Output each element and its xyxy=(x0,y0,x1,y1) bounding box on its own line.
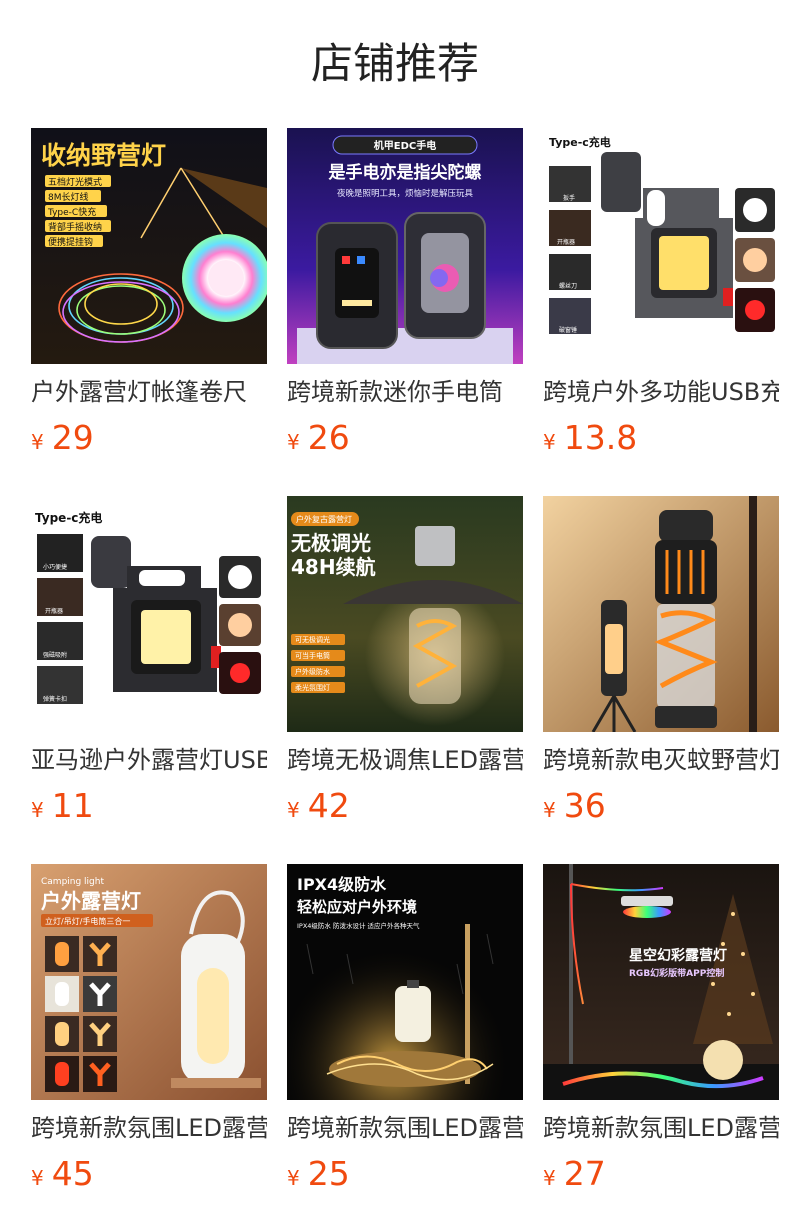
product-image[interactable]: 收纳野营灯 五档灯光模式 8M长灯线 Type-C快充 背部手摇收纳 便携提挂钩 xyxy=(31,128,267,364)
image-headline: 户外露营灯 xyxy=(41,889,141,913)
image-bullet: 可当手电筒 xyxy=(295,651,330,660)
image-bullet: Type-C快充 xyxy=(47,206,96,218)
price-value: 11 xyxy=(51,786,94,825)
currency-symbol: ¥ xyxy=(543,798,556,822)
image-badge: 户外复古露营灯 xyxy=(296,514,352,524)
product-price: ¥11 xyxy=(31,786,94,825)
image-headline: Type-c充电 xyxy=(549,135,611,149)
currency-symbol: ¥ xyxy=(31,798,44,822)
currency-symbol: ¥ xyxy=(287,430,300,454)
product-image[interactable]: Type-c充电 扳手 开瓶器 螺丝刀 破窗锤 xyxy=(543,128,779,364)
image-badge: 机甲EDC手电 xyxy=(374,139,436,152)
image-bullet: 五档灯光模式 xyxy=(48,176,102,188)
currency-symbol: ¥ xyxy=(287,798,300,822)
image-bullet: 开瓶器 xyxy=(557,238,575,246)
image-bullet: 背部手摇收纳 xyxy=(48,221,102,233)
image-bullet: 破窗锤 xyxy=(559,326,577,334)
image-bullet: 螺丝刀 xyxy=(559,282,577,290)
product-name[interactable]: 户外露营灯帐篷卷尺 xyxy=(31,376,267,408)
product-price: ¥13.8 xyxy=(543,418,637,457)
image-headline: 是手电亦是指尖陀螺 xyxy=(329,162,482,183)
product-image[interactable]: 机甲EDC手电 是手电亦是指尖陀螺 夜晚是照明工具，烦恼时是解压玩具 xyxy=(287,128,523,364)
image-subtitle: IPX4级防水 防泼水设计 适应户外各种天气 xyxy=(297,921,420,930)
image-bullet: 户外级防水 xyxy=(295,667,330,676)
product-name[interactable]: 跨境新款氛围LED露营 xyxy=(287,1112,523,1144)
price-value: 26 xyxy=(307,418,350,457)
image-bullet: 强磁吸附 xyxy=(43,651,67,659)
image-subtitle: RGB幻彩版带APP控制 xyxy=(629,967,724,979)
product-image[interactable] xyxy=(543,496,779,732)
product-price: ¥42 xyxy=(287,786,350,825)
image-bullet: 8M长灯线 xyxy=(48,191,89,203)
image-headline: Type-c充电 xyxy=(35,510,102,525)
price-value: 36 xyxy=(563,786,606,825)
product-name[interactable]: 跨境新款迷你手电筒 xyxy=(287,376,523,408)
image-headline: 无极调光 xyxy=(291,531,371,555)
image-headline: 星空幻彩露营灯 xyxy=(629,947,727,964)
image-headline: 收纳野营灯 xyxy=(41,141,166,170)
product-name[interactable]: 跨境户外多功能USB充 xyxy=(543,376,779,408)
product-price: ¥45 xyxy=(31,1154,94,1193)
price-value: 25 xyxy=(307,1154,350,1193)
price-value: 42 xyxy=(307,786,350,825)
image-bullet: 可无极调光 xyxy=(295,635,330,644)
product-name[interactable]: 跨境无极调焦LED露营 xyxy=(287,744,523,776)
image-bullet: 弹簧卡扣 xyxy=(43,695,67,703)
image-bullet: 柔光氛围灯 xyxy=(295,683,330,692)
currency-symbol: ¥ xyxy=(543,1166,556,1190)
product-price: ¥25 xyxy=(287,1154,350,1193)
product-price: ¥27 xyxy=(543,1154,606,1193)
currency-symbol: ¥ xyxy=(31,430,44,454)
price-value: 45 xyxy=(51,1154,94,1193)
image-subtitle: 夜晚是照明工具，烦恼时是解压玩具 xyxy=(337,188,474,199)
price-value: 13.8 xyxy=(563,418,638,457)
image-bullet: 开瓶器 xyxy=(45,607,63,615)
currency-symbol: ¥ xyxy=(543,430,556,454)
product-name[interactable]: 跨境新款氛围LED露营 xyxy=(31,1112,267,1144)
currency-symbol: ¥ xyxy=(31,1166,44,1190)
image-bullet: 扳手 xyxy=(563,194,575,202)
product-image[interactable]: 星空幻彩露营灯 RGB幻彩版带APP控制 xyxy=(543,864,779,1100)
product-image[interactable]: Type-c充电 小巧便捷 开瓶器 强磁吸附 弹簧卡扣 xyxy=(31,496,267,732)
product-price: ¥29 xyxy=(31,418,94,457)
product-price: ¥26 xyxy=(287,418,350,457)
image-headline-2: 轻松应对户外环境 xyxy=(297,898,417,916)
product-price: ¥36 xyxy=(543,786,606,825)
product-image[interactable]: 户外复古露营灯 无极调光 48H续航 可无极调光 可当手电筒 户外级防水 柔光氛… xyxy=(287,496,523,732)
product-image[interactable]: Camping light 户外露营灯 立灯/吊灯/手电筒三合一 xyxy=(31,864,267,1100)
image-headline-2: 48H续航 xyxy=(291,555,376,579)
product-image[interactable]: IPX4级防水 轻松应对户外环境 IPX4级防水 防泼水设计 适应户外各种天气 xyxy=(287,864,523,1100)
product-name[interactable]: 亚马逊户外露营灯USB xyxy=(31,744,267,776)
page-title: 店铺推荐 xyxy=(310,39,479,88)
image-headline: IPX4级防水 xyxy=(297,875,387,894)
product-name[interactable]: 跨境新款电灭蚊野营灯 xyxy=(543,744,779,776)
currency-symbol: ¥ xyxy=(287,1166,300,1190)
price-value: 29 xyxy=(51,418,94,457)
image-badge: Camping light xyxy=(41,877,104,887)
price-value: 27 xyxy=(563,1154,606,1193)
image-bullet: 便携提挂钩 xyxy=(48,236,93,248)
image-subtitle: 立灯/吊灯/手电筒三合一 xyxy=(45,916,130,926)
product-name[interactable]: 跨境新款氛围LED露营 xyxy=(543,1112,779,1144)
image-bullet: 小巧便捷 xyxy=(43,563,67,571)
